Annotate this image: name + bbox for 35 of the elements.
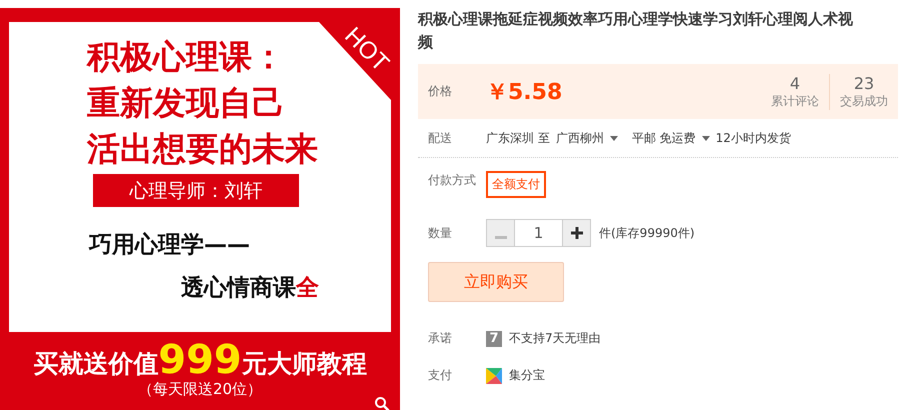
quantity-stepper[interactable]: 1 bbox=[486, 219, 591, 247]
seven-day-icon: 7 bbox=[486, 330, 502, 346]
poster-headline: 活出想要的未来 bbox=[87, 128, 318, 170]
quantity-field[interactable]: 1 bbox=[514, 220, 563, 246]
poster-headline: 积极心理课： bbox=[87, 36, 285, 78]
field-label: 价格 bbox=[428, 83, 453, 100]
promo-note: （每天限送20位） bbox=[138, 380, 262, 399]
stat-value: 23 bbox=[854, 74, 874, 92]
destination-select[interactable]: 广西柳州 bbox=[556, 130, 604, 146]
teacher-label: 心理导师：刘轩 bbox=[93, 174, 299, 207]
poster-headline: 重新发现自己 bbox=[87, 82, 285, 124]
ship-from: 广东深圳 至 bbox=[486, 130, 550, 146]
shipping-method[interactable]: 平邮 免运费 bbox=[632, 130, 696, 146]
field-label: 承诺 bbox=[428, 330, 453, 347]
stock-text: 件(库存99990件) bbox=[599, 224, 695, 242]
payment-method: 集分宝 bbox=[509, 367, 545, 384]
stat-value: 4 bbox=[790, 74, 800, 92]
zoom-icon[interactable] bbox=[374, 396, 390, 410]
field-label: 配送 bbox=[428, 130, 453, 146]
product-title: 积极心理课拖延症视频效率巧用心理学快速学习刘轩心理阅人术视频 bbox=[418, 9, 854, 53]
field-label: 数量 bbox=[428, 224, 453, 242]
stat-label: 累计评论 bbox=[771, 92, 819, 110]
field-label: 支付 bbox=[428, 367, 453, 384]
caret-icon[interactable] bbox=[702, 136, 710, 140]
caret-icon[interactable] bbox=[610, 136, 618, 140]
poster-subline: 巧用心理学—— bbox=[89, 231, 250, 260]
stat-label: 交易成功 bbox=[840, 92, 888, 110]
poster-subline: 透心情商课全 bbox=[181, 274, 319, 303]
price: ￥5.58 bbox=[486, 78, 562, 106]
promise-text: 不支持7天无理由 bbox=[509, 330, 601, 347]
promo-text: 买就送价值999元大师教程 bbox=[33, 340, 367, 380]
plus-button[interactable] bbox=[563, 220, 590, 246]
plus-icon[interactable] bbox=[570, 227, 582, 239]
field-label: 付款方式 bbox=[428, 172, 477, 189]
dispatch-time: 12小时内发货 bbox=[716, 130, 791, 146]
